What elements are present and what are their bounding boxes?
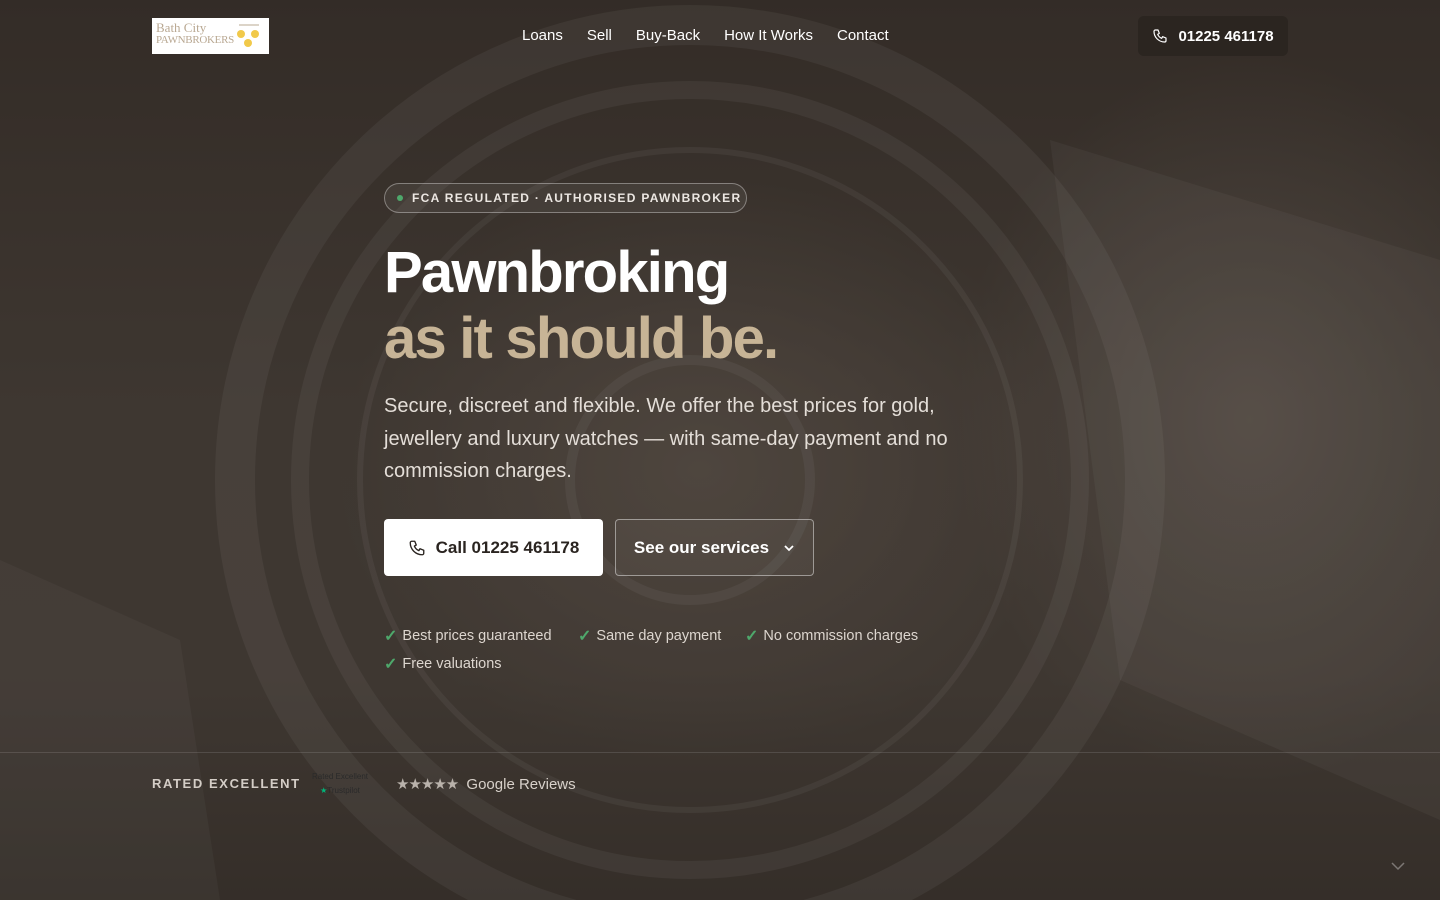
nav-link-how-it-works[interactable]: How It Works	[724, 27, 813, 44]
site-logo[interactable]: Bath City PAWNBROKERS	[152, 18, 269, 54]
header-phone-button[interactable]: 01225 461178	[1138, 16, 1288, 56]
star-icon: ★★★★★	[396, 776, 459, 793]
feature-label: Same day payment	[596, 628, 722, 644]
nav-link-buy-back[interactable]: Buy-Back	[636, 27, 700, 44]
google-reviews[interactable]: ★★★★★ Google Reviews	[396, 775, 576, 793]
see-services-button[interactable]: See our services	[615, 519, 814, 576]
chevron-down-icon	[784, 544, 794, 551]
check-icon: ✓	[745, 628, 759, 645]
check-icon: ✓	[384, 628, 398, 645]
section-divider	[0, 752, 1440, 753]
phone-icon	[1153, 29, 1168, 43]
feature-label: Free valuations	[402, 656, 502, 672]
scroll-down-icon[interactable]	[1390, 860, 1406, 872]
call-button-label: Call 01225 461178	[435, 537, 580, 557]
hero-description: Secure, discreet and flexible. We offer …	[384, 395, 948, 482]
trustpilot-brand: Trustpilot	[327, 786, 360, 795]
feature-label: Best prices guaranteed	[402, 628, 552, 644]
trustpilot-widget[interactable]: Rated Excellent ★Trustpilot	[307, 770, 373, 798]
google-reviews-label: Google Reviews	[466, 776, 576, 793]
main-nav: Loans Sell Buy-Back How It Works Contact	[522, 27, 889, 44]
feature-label: No commission charges	[763, 628, 919, 644]
nav-link-loans[interactable]: Loans	[522, 27, 563, 44]
pawnbroker-balls-icon	[237, 24, 259, 47]
hero-title-line1: Pawnbroking	[384, 240, 730, 305]
feature-item: ✓ Same day payment	[578, 626, 721, 646]
hero-title-line2: as it should be.	[384, 306, 779, 371]
feature-item: ✓ Free valuations	[384, 654, 502, 674]
see-services-label: See our services	[633, 537, 770, 557]
phone-icon	[409, 540, 425, 555]
nav-link-contact[interactable]: Contact	[837, 27, 889, 44]
check-icon: ✓	[384, 656, 398, 673]
trustpilot-rating-text: Rated Excellent	[311, 772, 369, 781]
rated-excellent-label: RATED EXCELLENT	[152, 776, 301, 791]
feature-item: ✓ Best prices guaranteed	[384, 626, 552, 646]
regulation-badge: FCA REGULATED · AUTHORISED PAWNBROKER	[384, 183, 747, 213]
feature-item: ✓ No commission charges	[745, 626, 918, 646]
check-icon: ✓	[578, 628, 592, 645]
nav-link-sell[interactable]: Sell	[587, 27, 612, 44]
call-button[interactable]: Call 01225 461178	[384, 519, 603, 576]
status-dot	[397, 195, 403, 201]
badge-text: FCA REGULATED · AUTHORISED PAWNBROKER	[412, 191, 742, 205]
header-phone-number: 01225 461178	[1178, 27, 1274, 45]
